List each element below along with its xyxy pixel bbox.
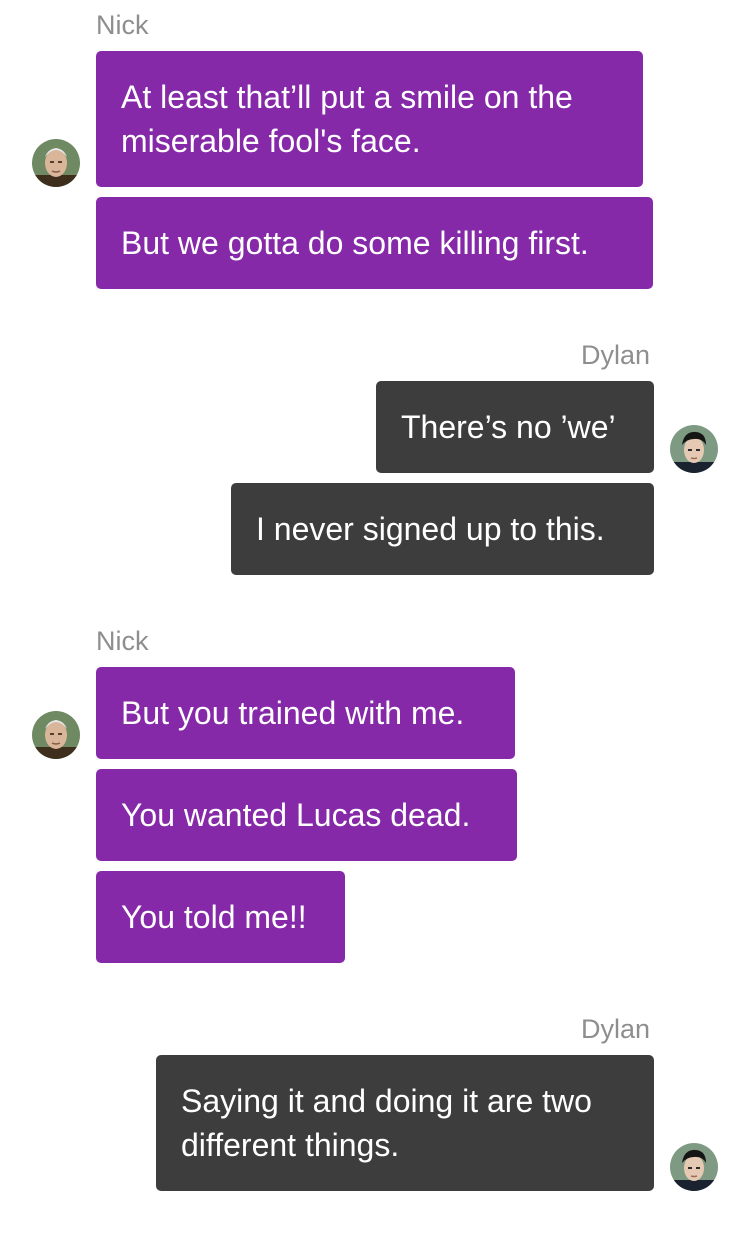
message-text-line: At least that’ll put a smile on the [121, 79, 573, 115]
nick-avatar[interactable] [32, 711, 80, 759]
message-text-line: You told me!! [121, 899, 307, 935]
message-text-line: But we gotta do some killing first. [121, 225, 589, 261]
sender-name-nick: Nick [96, 10, 149, 40]
message-bubble-nick[interactable]: But we gotta do some killing first. [96, 197, 653, 289]
dylan-avatar[interactable] [670, 425, 718, 473]
message-text-line: I never signed up to this. [256, 511, 605, 547]
sender-name-dylan: Dylan [581, 1014, 651, 1044]
sender-name-nick: Nick [96, 626, 149, 656]
message-bubble-dylan[interactable]: Saying it and doing it are two different… [156, 1055, 654, 1191]
message-text-line: different things. [181, 1127, 400, 1163]
message-text-line: There’s no ’we’ [401, 409, 616, 445]
message-bubble-nick[interactable]: But you trained with me. [96, 667, 515, 759]
nick-avatar[interactable] [32, 139, 80, 187]
message-bubble-dylan[interactable]: There’s no ’we’ [376, 381, 654, 473]
message-text-line: Saying it and doing it are two [181, 1083, 592, 1119]
message-bubble-nick[interactable]: At least that’ll put a smile on the mise… [96, 51, 643, 187]
message-text-line: miserable fool's face. [121, 123, 421, 159]
message-bubble-dylan[interactable]: I never signed up to this. [231, 483, 654, 575]
message-text-line: But you trained with me. [121, 695, 465, 731]
dylan-avatar[interactable] [670, 1143, 718, 1191]
message-bubble-nick[interactable]: You told me!! [96, 871, 345, 963]
message-text-line: You wanted Lucas dead. [121, 797, 471, 833]
sender-name-dylan: Dylan [581, 340, 651, 370]
message-bubble-nick[interactable]: You wanted Lucas dead. [96, 769, 517, 861]
